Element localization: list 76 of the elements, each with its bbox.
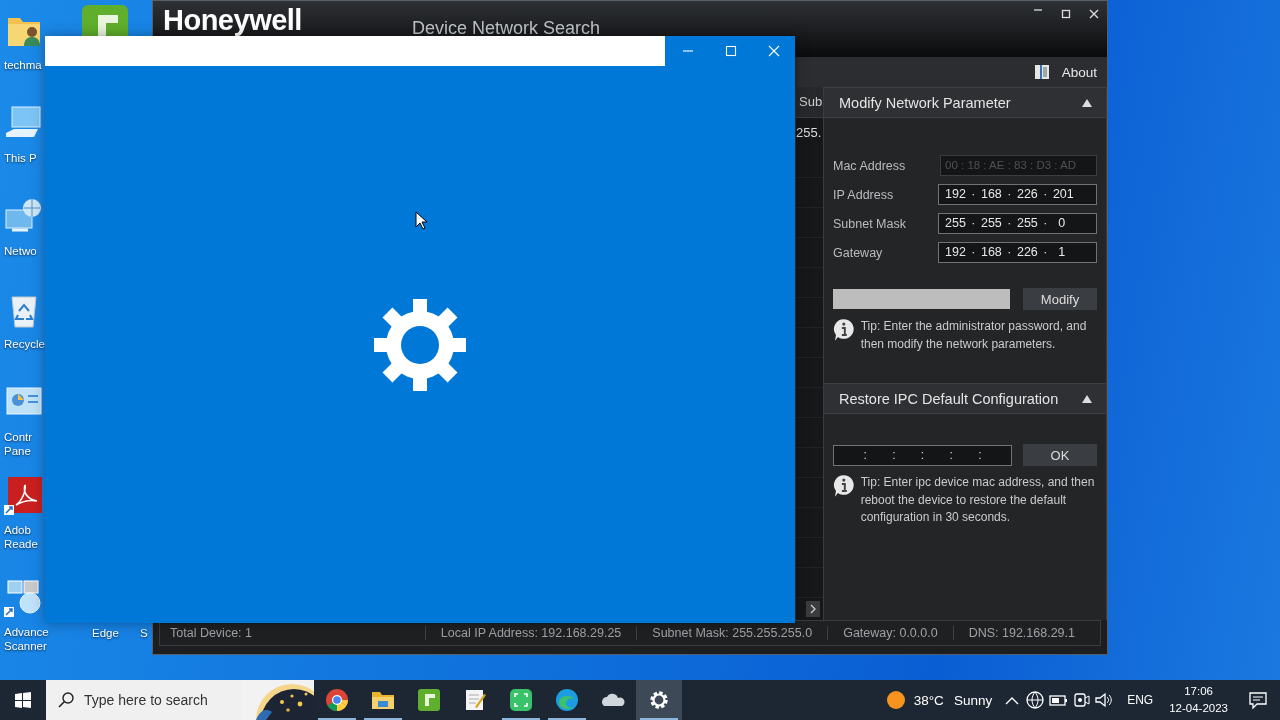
volume-icon <box>1094 690 1115 710</box>
desktop-icon-label[interactable]: Contr Pane <box>4 430 44 458</box>
info-icon <box>833 318 855 342</box>
about-button[interactable]: About <box>1033 64 1097 80</box>
desktop-icon-label[interactable]: Advance Scanner <box>4 625 64 653</box>
scroll-right-button[interactable] <box>806 601 820 617</box>
password-field[interactable] <box>833 289 1010 309</box>
status-text: DNS: 192.168.29.1 <box>952 626 1090 640</box>
maximize-icon <box>1061 9 1071 19</box>
about-label[interactable]: About <box>1061 64 1097 80</box>
globe-icon <box>1025 690 1046 710</box>
ip-field[interactable]: 192 · 168 · 226 · 1 <box>938 242 1097 263</box>
desktop-icon-label[interactable]: This P <box>4 151 37 165</box>
section-title: Modify Network Parameter <box>839 94 1011 111</box>
ip-field: 00 : 18 : AE : 83 : D3 : AD <box>940 155 1097 176</box>
taskbar-button[interactable] <box>636 680 682 720</box>
desktop-icon-label[interactable]: Netwo <box>4 244 37 258</box>
chevron-right-icon <box>810 604 816 614</box>
desktop-icon-label[interactable]: techma <box>4 58 42 72</box>
capture-icon <box>509 688 533 712</box>
browser-icon <box>325 688 349 712</box>
desktop-icon-label[interactable]: Edge <box>92 626 119 640</box>
settings-icon <box>374 298 466 391</box>
field-label: IP Address <box>833 187 894 202</box>
pdf-icon <box>4 475 44 515</box>
scanner-icon <box>4 577 44 617</box>
windows-icon <box>15 692 31 708</box>
table-cell-text: 255. <box>796 124 823 142</box>
recorder-icon <box>417 688 441 712</box>
tip-text: Tip: Enter the administrator password, and then modify the network parameters. <box>860 318 1088 353</box>
sun-icon <box>885 690 906 710</box>
weather-text: Sunny <box>953 692 993 708</box>
field-label: Gateway <box>833 245 883 260</box>
clock-button[interactable]: 17:06 12-04-2023 <box>1161 680 1236 720</box>
desktop-icon-label[interactable]: Adob Reade <box>4 523 44 551</box>
desktop-icon-label[interactable]: Recycle <box>4 337 44 351</box>
modify-button[interactable]: Modify <box>1023 288 1097 310</box>
mac-address-field[interactable]: : : : : : <box>833 444 1012 466</box>
ip-field[interactable]: 192 · 168 · 226 · 201 <box>938 184 1097 205</box>
minimize-icon <box>681 50 694 52</box>
minimize-icon <box>1033 9 1043 11</box>
notepad-icon <box>463 688 487 712</box>
section-title: Restore IPC Default Configuration <box>839 390 1059 407</box>
info-icon <box>833 474 855 498</box>
close-icon <box>767 45 780 57</box>
pointer-icon <box>415 211 427 230</box>
search-icon <box>58 692 74 708</box>
temperature-text: 38°C <box>913 692 944 708</box>
logo: Honeywell <box>163 4 302 36</box>
notification-icon <box>1248 690 1268 710</box>
search-input[interactable]: Type here to search <box>84 692 234 708</box>
date-text: 12-04-2023 <box>1169 701 1228 716</box>
settings-icon <box>647 688 671 712</box>
status-text: Total Device: 1 <box>170 626 253 640</box>
ip-field[interactable]: 255 · 255 · 255 · 0 <box>938 213 1097 234</box>
close-icon <box>1089 9 1099 19</box>
desktop-icon-label[interactable]: S <box>140 626 148 640</box>
window-title: Device Network Search <box>411 19 600 37</box>
tip-text: Tip: Enter ipc device mac address, and then reboot the device to restore the default configuration in 30 seconds. <box>860 474 1096 526</box>
status-text: Subnet Mask: 255.255.255.0 <box>636 626 828 640</box>
weather-button[interactable]: 38°C Sunny <box>877 680 1001 720</box>
field-label: Subnet Mask <box>833 216 906 231</box>
section-header[interactable]: Modify Network Parameter <box>824 87 1106 118</box>
column-header[interactable]: Sub <box>796 87 823 118</box>
field-label: Mac Address <box>833 158 906 173</box>
time-text: 17:06 <box>1184 684 1213 699</box>
ok-button[interactable]: OK <box>1023 444 1097 466</box>
book-icon <box>1033 64 1050 80</box>
maximize-icon <box>724 45 737 57</box>
language-indicator[interactable]: ENG <box>1115 680 1162 720</box>
status-text: Local IP Address: 192.168.29.25 <box>424 626 637 640</box>
search-bar[interactable]: Type here to search <box>46 680 314 720</box>
section-header[interactable]: Restore IPC Default Configuration <box>824 383 1106 414</box>
edge-icon <box>555 688 579 712</box>
camera-icon <box>1071 690 1092 710</box>
status-text: Gateway: 0.0.0.0 <box>827 626 953 640</box>
